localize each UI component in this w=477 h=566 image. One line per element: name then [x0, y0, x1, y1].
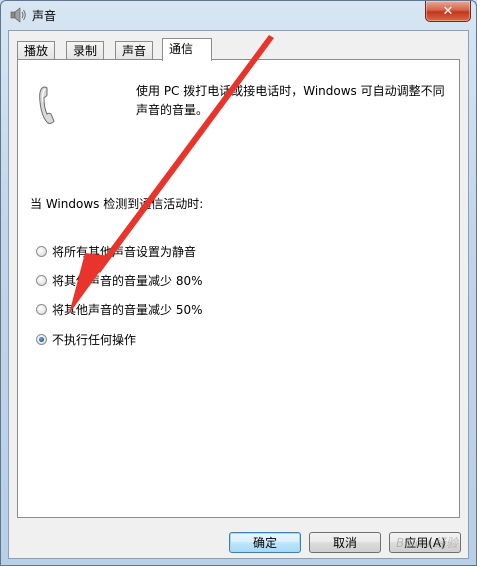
radio-button-selected[interactable]: [36, 334, 47, 345]
option-do-nothing[interactable]: 不执行任何操作: [36, 331, 136, 348]
tab-playback[interactable]: 播放: [17, 41, 56, 60]
option-label: 将其他声音的音量减少 80%: [52, 274, 203, 288]
dialog-client-area: 播放 录制 声音 通信 使用 PC 拨打电话或接电话时，Windows 可自动调…: [8, 30, 469, 559]
window-title: 声音: [32, 9, 57, 23]
close-button[interactable]: ✕: [425, 1, 471, 22]
communications-panel: 使用 PC 拨打电话或接电话时，Windows 可自动调整不同声音的音量。 当 …: [17, 59, 460, 518]
radio-button[interactable]: [36, 304, 47, 315]
tab-communications[interactable]: 通信: [162, 38, 212, 61]
tab-sounds[interactable]: 声音: [115, 41, 154, 60]
option-label: 将所有其他声音设置为静音: [52, 245, 197, 259]
watermark: Baidu 经验: [396, 536, 458, 550]
radio-button[interactable]: [36, 275, 47, 286]
option-reduce-50[interactable]: 将其他声音的音量减少 50%: [36, 301, 203, 318]
phone-handset-icon: [39, 86, 55, 124]
title-bar[interactable]: 声音 ✕: [1, 1, 476, 29]
communications-description: 使用 PC 拨打电话或接电话时，Windows 可自动调整不同声音的音量。: [136, 84, 445, 117]
sound-dialog-window: 声音 ✕ 播放 录制 声音 通信 使用 PC 拨打电话或接电话时，Windows…: [0, 0, 477, 566]
speaker-icon: [10, 7, 26, 23]
close-icon: ✕: [442, 3, 454, 19]
radio-button[interactable]: [36, 246, 47, 257]
ok-button[interactable]: 确定: [229, 532, 301, 553]
option-reduce-80[interactable]: 将其他声音的音量减少 80%: [36, 272, 203, 289]
option-label: 不执行任何操作: [52, 333, 137, 347]
tab-recording[interactable]: 录制: [66, 41, 105, 60]
cancel-button[interactable]: 取消: [309, 532, 381, 553]
detect-activity-label: 当 Windows 检测到通信活动时:: [30, 197, 204, 211]
option-label: 将其他声音的音量减少 50%: [52, 303, 203, 317]
option-mute-all[interactable]: 将所有其他声音设置为静音: [36, 243, 196, 260]
